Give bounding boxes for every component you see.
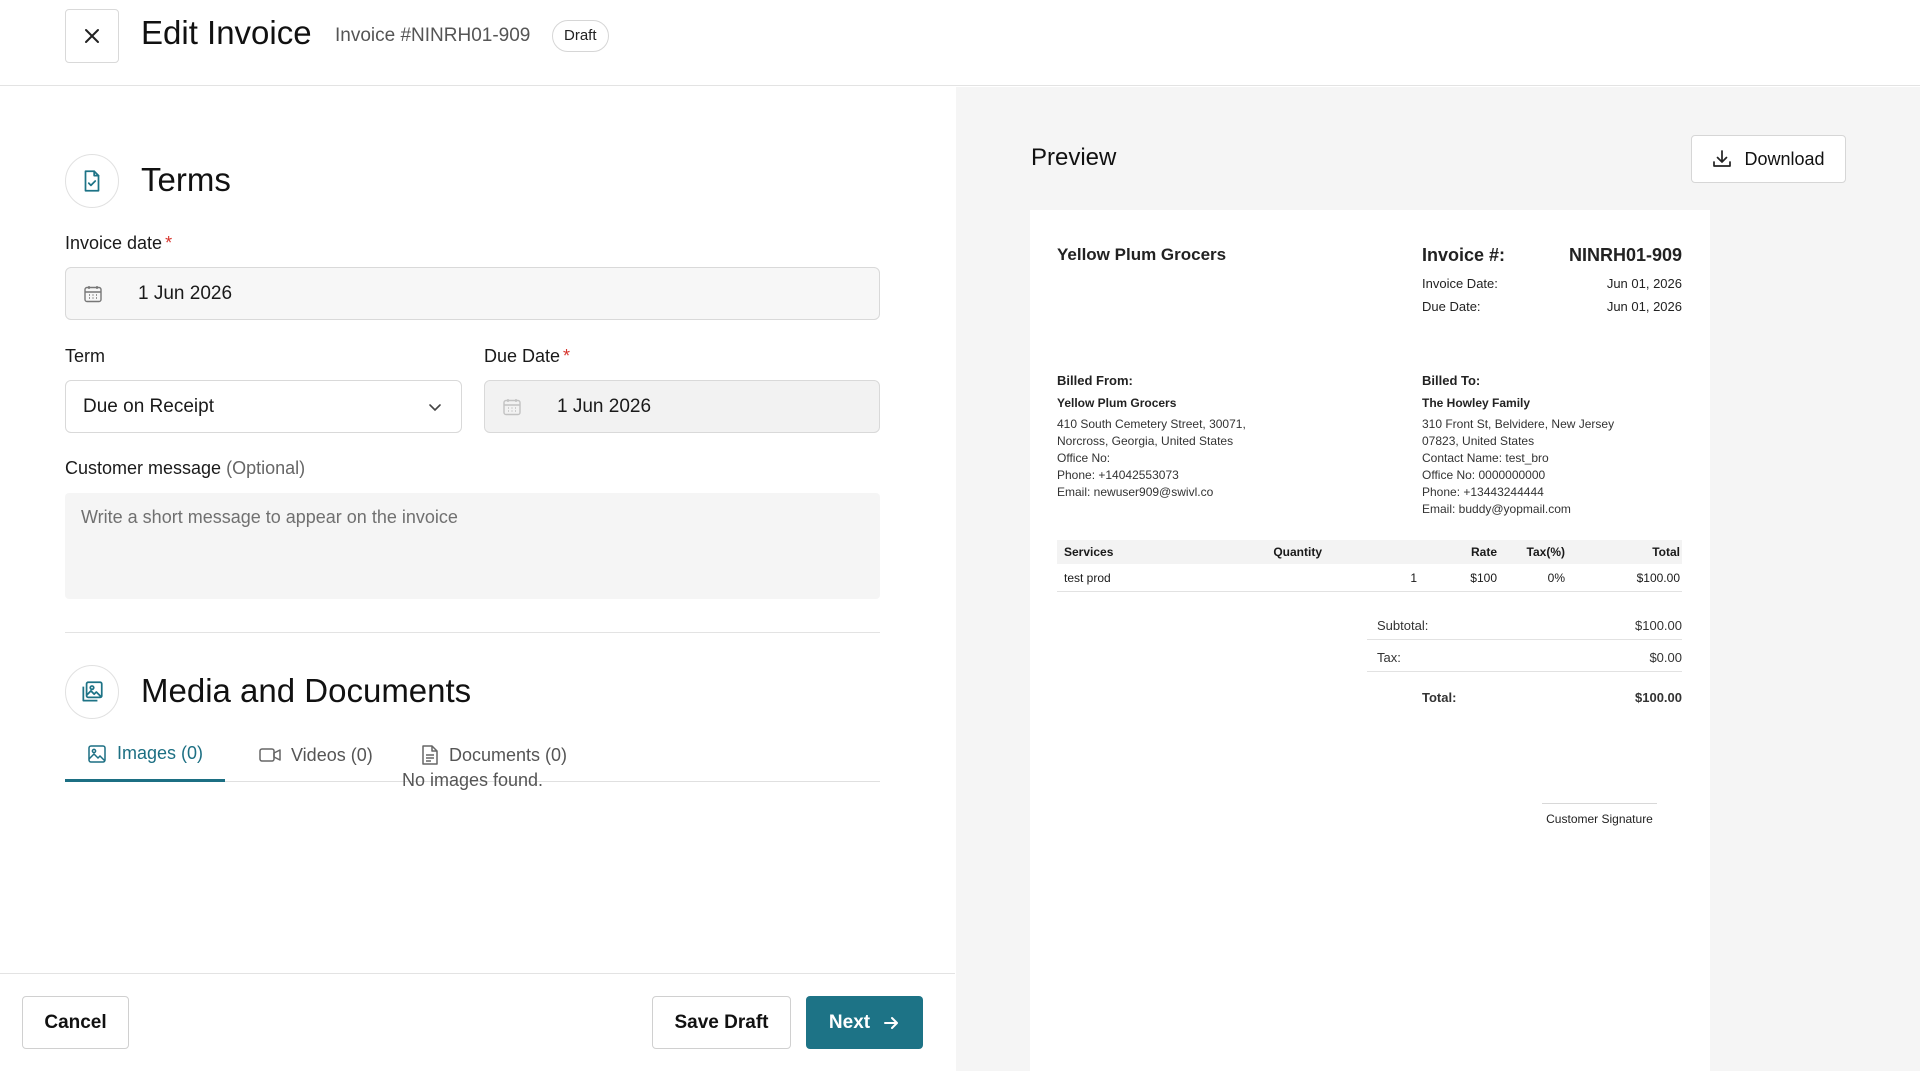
- billed-from-line: Email: newuser909@swivl.co: [1057, 485, 1214, 499]
- preview-title: Preview: [1031, 144, 1117, 171]
- chevron-down-icon: [429, 403, 441, 411]
- table-header-cell: Services: [1064, 545, 1114, 559]
- cancel-button[interactable]: Cancel: [22, 996, 129, 1049]
- document-icon: [421, 745, 439, 765]
- subtotal-label: Subtotal:: [1377, 618, 1429, 633]
- close-button[interactable]: [65, 9, 119, 63]
- document-check-icon: [84, 170, 100, 192]
- doc-invoice-label: Invoice #:: [1422, 245, 1506, 265]
- top-header: Edit Invoice Invoice #NINRH01-909 Draft: [0, 0, 1920, 86]
- total-label: Total:: [1422, 690, 1457, 705]
- doc-invoice-date-label: Invoice Date:: [1422, 276, 1498, 291]
- tab-videos-label: Videos (0): [291, 744, 373, 765]
- term-select-value: Due on Receipt: [83, 395, 214, 417]
- table-header-row: Services Quantity Rate Tax(%) Total: [1057, 540, 1682, 564]
- due-date-label: Due Date *: [484, 346, 570, 367]
- invoice-number-subtitle: Invoice #NINRH01-909: [335, 25, 531, 46]
- media-section-icon: [65, 665, 119, 719]
- tab-images-label: Images (0): [117, 743, 204, 763]
- signature-line: [1542, 803, 1657, 804]
- billed-from-line: 410 South Cemetery Street, 30071,: [1057, 417, 1246, 431]
- table-header-cell: Total: [1652, 545, 1680, 559]
- media-section-title: Media and Documents: [141, 672, 472, 709]
- billed-from-name: Yellow Plum Grocers: [1057, 396, 1177, 410]
- due-date-label-text: Due Date: [484, 346, 561, 366]
- billed-to-line: Contact Name: test_bro: [1422, 451, 1549, 465]
- totals-divider: [1367, 639, 1682, 640]
- doc-invoice-date: Jun 01, 2026: [1606, 276, 1682, 291]
- page-title: Edit Invoice: [141, 14, 312, 51]
- doc-invoice-number: NINRH01-909: [1568, 245, 1682, 265]
- billed-from-line: Phone: +14042553073: [1057, 468, 1179, 482]
- calendar-icon: [82, 283, 104, 305]
- term-label: Term: [65, 346, 105, 366]
- tax-label: Tax:: [1377, 650, 1401, 665]
- table-header-cell: Tax(%): [1526, 545, 1565, 559]
- download-button[interactable]: Download: [1691, 135, 1846, 183]
- doc-due-date: Jun 01, 2026: [1606, 299, 1682, 314]
- billed-to-line: 07823, United States: [1422, 434, 1535, 448]
- invoice-date-label: Invoice date *: [65, 233, 172, 254]
- table-cell: test prod: [1064, 570, 1111, 585]
- terms-section-title: Terms: [141, 161, 231, 198]
- term-select[interactable]: Due on Receipt: [65, 380, 462, 433]
- billed-from-label: Billed From:: [1057, 373, 1133, 388]
- save-draft-button[interactable]: Save Draft: [652, 996, 791, 1049]
- doc-due-date-label: Due Date:: [1422, 299, 1481, 314]
- gallery-icon: [82, 681, 103, 702]
- customer-message-textarea[interactable]: [65, 493, 880, 599]
- billed-from-line: Norcross, Georgia, United States: [1057, 434, 1234, 448]
- subtotal-value: $100.00: [1635, 618, 1682, 633]
- billed-to-label: Billed To:: [1422, 373, 1481, 388]
- billed-to-name: The Howley Family: [1422, 396, 1531, 410]
- line-items-table: Services Quantity Rate Tax(%) Total test…: [1057, 540, 1682, 592]
- invoice-date-value: 1 Jun 2026: [138, 282, 233, 304]
- doc-company-name: Yellow Plum Grocers: [1057, 245, 1227, 264]
- total-value: $100.00: [1635, 690, 1682, 705]
- preview-panel: Preview Download Yellow Plum Grocers Inv…: [956, 87, 1920, 1071]
- billed-to-line: Phone: +13443244444: [1422, 485, 1544, 499]
- next-button[interactable]: Next: [806, 996, 923, 1049]
- tab-documents-label: Documents (0): [449, 744, 568, 765]
- tax-value: $0.00: [1649, 650, 1682, 665]
- billed-from-line: Office No:: [1057, 451, 1111, 465]
- edit-form-panel: Terms Invoice date * 1 Jun 2026 Term Due …: [0, 87, 955, 972]
- invoice-date-input[interactable]: 1 Jun 2026: [65, 267, 880, 320]
- billed-to-line: Email: buddy@yopmail.com: [1422, 502, 1571, 516]
- terms-section-icon: [65, 154, 119, 208]
- table-cell: 1: [1410, 570, 1417, 585]
- next-button-label: Next: [828, 1011, 871, 1033]
- video-icon: [259, 746, 281, 764]
- table-header-cell: Quantity: [1273, 545, 1322, 559]
- customer-message-label-text: Customer message: [65, 458, 222, 478]
- required-marker: *: [563, 346, 571, 366]
- download-button-label: Download: [1744, 148, 1825, 169]
- table-header-cell: Rate: [1470, 545, 1497, 559]
- invoice-preview-document: Yellow Plum Grocers Invoice #: NINRH01-9…: [1030, 210, 1710, 1071]
- billed-to-line: 310 Front St, Belvidere, New Jersey: [1422, 417, 1615, 431]
- required-marker: *: [165, 233, 173, 253]
- calendar-icon: [501, 396, 523, 418]
- arrow-right-icon: [884, 1016, 899, 1029]
- optional-hint: (Optional): [226, 458, 306, 478]
- invoice-date-label-text: Invoice date: [65, 233, 163, 253]
- billed-to-line: Office No: 0000000000: [1422, 468, 1546, 482]
- due-date-input[interactable]: 1 Jun 2026: [484, 380, 880, 433]
- image-icon: [87, 744, 107, 764]
- form-footer: Cancel Save Draft Next: [0, 973, 955, 1071]
- customer-signature-label: Customer Signature: [1546, 812, 1653, 826]
- section-divider: [65, 632, 880, 633]
- table-cell: 0%: [1547, 570, 1565, 585]
- table-cell: $100.00: [1636, 570, 1680, 585]
- due-date-value: 1 Jun 2026: [557, 395, 652, 417]
- status-badge: Draft: [552, 20, 609, 52]
- close-icon: [85, 29, 99, 43]
- empty-state-text: No images found.: [401, 770, 544, 790]
- download-icon: [1712, 149, 1732, 169]
- table-row: test prod 1 $100 0% $100.00: [1057, 564, 1682, 592]
- totals-divider: [1367, 671, 1682, 672]
- table-cell: $100: [1470, 570, 1497, 585]
- customer-message-label: Customer message (Optional): [65, 458, 305, 479]
